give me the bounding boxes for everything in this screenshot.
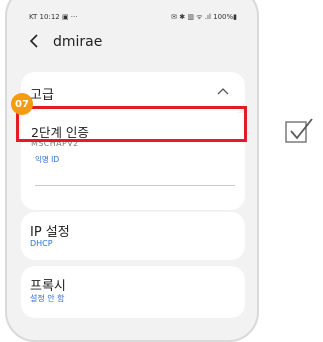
highlight-box [16, 106, 247, 142]
page-title: dmirae [53, 34, 103, 50]
back-button[interactable] [29, 33, 39, 52]
checkbox-checked-icon [285, 118, 313, 143]
ip-settings-item[interactable]: IP 설정 DHCP [21, 212, 245, 260]
chevron-up-icon [217, 84, 229, 98]
ip-settings-title: IP 설정 [30, 225, 70, 240]
status-left-icons: ▣ ··· [61, 13, 78, 21]
phone-frame: KT 10:12 ▣ ··· ✉ ✱ ▥ ᯤ .ıl 100%▮ dmirae … [5, 0, 259, 342]
status-right-icons: ✉ ✱ ▥ ᯤ .ıl 100%▮ [171, 13, 237, 21]
proxy-title: 프록시 [30, 279, 66, 294]
status-time: KT 10:12 ▣ ··· [29, 13, 78, 21]
proxy-value: 설정 안 함 [30, 294, 65, 303]
anonymous-id-label: 익명 ID [35, 155, 60, 164]
anonymous-id-input[interactable] [35, 185, 235, 186]
header: dmirae [7, 30, 257, 60]
proxy-item[interactable]: 프록시 설정 안 함 [21, 266, 245, 318]
status-bar: KT 10:12 ▣ ··· ✉ ✱ ▥ ᯤ .ıl 100%▮ [7, 10, 257, 26]
step-badge: 07 [11, 93, 33, 115]
advanced-label: 고급 [30, 88, 54, 103]
chevron-left-icon [29, 34, 38, 48]
ip-settings-value: DHCP [30, 239, 53, 248]
